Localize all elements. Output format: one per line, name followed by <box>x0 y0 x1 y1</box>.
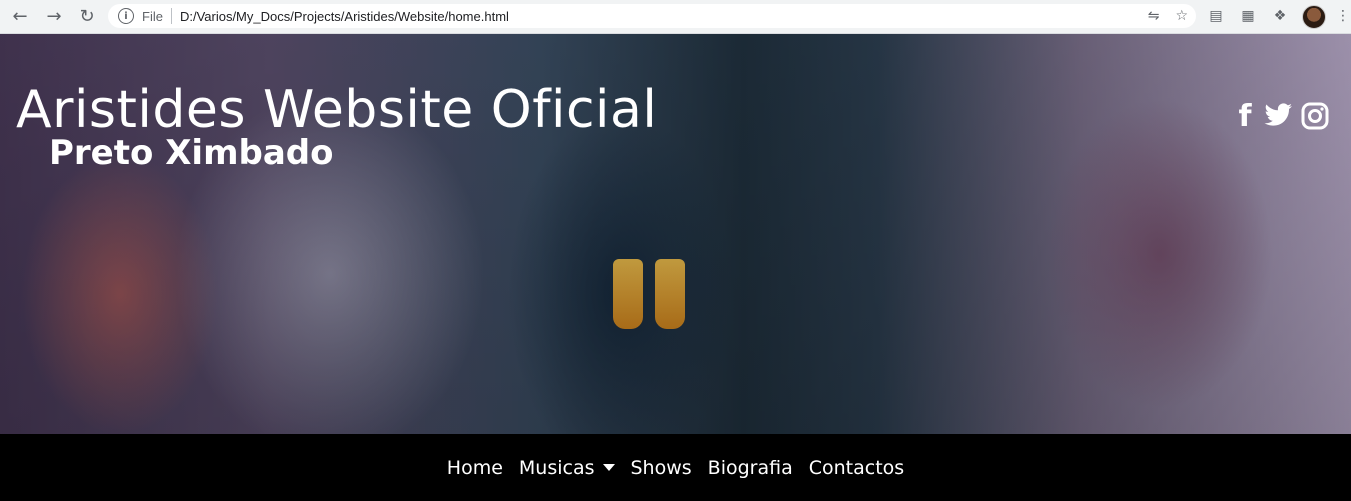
social-links: f <box>1235 99 1329 134</box>
url-scheme: File <box>142 8 163 24</box>
facebook-icon[interactable]: f <box>1235 99 1255 134</box>
nav-biografia[interactable]: Biografia <box>708 457 793 479</box>
nav-musicas-label: Musicas <box>518 456 595 479</box>
site-subtitle: Preto Ximbado <box>49 133 334 173</box>
url-text[interactable]: D:/Varios/My_Docs/Projects/Aristides/Web… <box>180 9 509 24</box>
drink-glass-left <box>613 259 643 329</box>
puzzle-extension-icon[interactable]: ❖ <box>1270 6 1290 26</box>
nav-home[interactable]: Home <box>447 457 503 479</box>
drink-glass-right <box>655 259 685 329</box>
site-title: Aristides Website Oficial <box>16 80 658 140</box>
reload-icon[interactable]: ↻ <box>75 5 99 27</box>
forward-icon[interactable]: → <box>42 5 66 27</box>
main-navbar: Home Musicas Shows Biografia Contactos <box>0 434 1351 501</box>
info-icon[interactable]: i <box>118 8 134 24</box>
nav-shows[interactable]: Shows <box>631 457 692 479</box>
browser-toolbar: ← → ↻ i File D:/Varios/My_Docs/Projects/… <box>0 0 1351 34</box>
profile-avatar[interactable] <box>1302 5 1326 29</box>
address-bar[interactable]: i File D:/Varios/My_Docs/Projects/Aristi… <box>108 4 1196 28</box>
instagram-icon[interactable] <box>1301 100 1329 132</box>
twitter-icon[interactable] <box>1263 100 1293 132</box>
nav-contactos[interactable]: Contactos <box>809 457 904 479</box>
translate-icon[interactable]: ⇋ <box>1148 8 1160 24</box>
chevron-down-icon <box>602 464 615 471</box>
star-icon[interactable]: ☆ <box>1175 8 1188 24</box>
url-separator <box>170 8 172 24</box>
kebab-menu-icon[interactable]: ⋮ <box>1333 6 1351 26</box>
pdf-extension-icon[interactable]: ▤ <box>1206 6 1226 26</box>
bag-extension-icon[interactable]: ▦ <box>1238 6 1258 26</box>
nav-musicas[interactable]: Musicas <box>519 457 615 479</box>
back-icon[interactable]: ← <box>8 5 32 27</box>
hero-banner: Aristides Website Oficial Preto Ximbado … <box>0 34 1351 434</box>
